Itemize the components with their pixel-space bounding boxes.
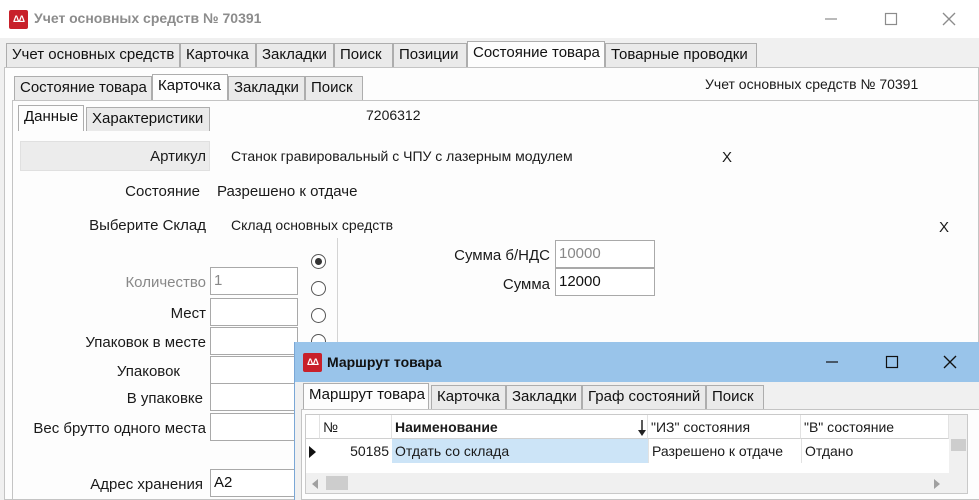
minimize-icon: [826, 361, 838, 363]
route-minimize-button[interactable]: [812, 347, 852, 377]
tab-card-inner[interactable]: Карточка: [152, 74, 228, 100]
app-logo-icon: ΔΔ: [9, 10, 28, 29]
qty-field[interactable]: 1: [210, 267, 298, 295]
row-name[interactable]: Отдать со склада: [392, 439, 648, 463]
route-title: Маршрут товара: [327, 354, 442, 370]
warehouse-label: Выберите Склад: [89, 217, 206, 234]
places-field[interactable]: [210, 298, 298, 326]
packs-label: Упаковок: [116, 363, 180, 380]
sum-novat-label: Сумма б/НДС: [454, 247, 550, 264]
app-logo-text: ΔΔ: [13, 14, 25, 24]
sum-field[interactable]: 12000: [555, 268, 655, 296]
third-tab-strip: Данные Характеристики: [18, 105, 218, 133]
warehouse-clear-button[interactable]: X: [939, 219, 949, 236]
route-close-button[interactable]: [930, 347, 970, 377]
tab-goods-state[interactable]: Состояние товара: [467, 41, 605, 67]
col-name-header[interactable]: Наименование: [392, 415, 648, 439]
tab-search-inner[interactable]: Поиск: [305, 76, 363, 100]
tab-asset-accounting[interactable]: Учет основных средств: [6, 43, 180, 67]
tab-characteristics[interactable]: Характеристики: [86, 107, 210, 131]
tab-bookmarks[interactable]: Закладки: [256, 43, 334, 67]
second-tab-strip: Состояние товара Карточка Закладки Поиск: [14, 74, 374, 102]
places-label: Мест: [170, 305, 206, 322]
main-titlebar: ΔΔ Учет основных средств № 70391: [0, 0, 979, 38]
col-num-header[interactable]: №: [320, 415, 392, 439]
state-value: Разрешено к отдаче: [217, 183, 358, 200]
article-clear-button[interactable]: X: [722, 149, 732, 166]
sum-novat-field[interactable]: 10000: [555, 240, 655, 268]
maximize-icon: [884, 12, 898, 26]
tab-goods-state-inner[interactable]: Состояние товара: [14, 76, 152, 100]
route-window: ΔΔ Маршрут товара Маршрут товара Карточк…: [294, 342, 979, 500]
radio-option-2[interactable]: [311, 281, 326, 296]
tab-card[interactable]: Карточка: [180, 43, 256, 67]
row-to-state[interactable]: Отдано: [801, 439, 949, 463]
qty-label: Количество: [125, 274, 206, 291]
horizontal-scroll-thumb[interactable]: [326, 476, 348, 490]
top-tab-strip: Учет основных средств Карточка Закладки …: [6, 41, 979, 69]
current-row-indicator-icon: [309, 445, 317, 461]
divider: [337, 238, 338, 348]
packs-per-place-label: Упаковок в месте: [85, 334, 206, 351]
scroll-right-icon[interactable]: [932, 477, 942, 493]
tab-route[interactable]: Маршрут товара: [303, 383, 429, 409]
close-icon: [942, 12, 956, 26]
per-pack-field[interactable]: [210, 383, 298, 411]
row-num[interactable]: 50185: [320, 439, 392, 463]
sum-label: Сумма: [502, 276, 550, 293]
radio-option-3[interactable]: [311, 308, 326, 323]
code-value: 7206312: [366, 107, 421, 123]
gross-weight-field[interactable]: [210, 413, 298, 441]
col-from-state-header[interactable]: "ИЗ" состояния: [648, 415, 801, 439]
window-title: Учет основных средств № 70391: [34, 10, 262, 26]
packs-field[interactable]: [210, 356, 298, 384]
tab-search[interactable]: Поиск: [334, 43, 393, 67]
maximize-icon: [885, 355, 899, 369]
close-icon: [943, 355, 957, 369]
route-maximize-button[interactable]: [872, 347, 912, 377]
radio-option-1[interactable]: [311, 254, 326, 269]
route-grid: № Наименование "ИЗ" состояния "В" состоя…: [305, 414, 968, 494]
route-titlebar: ΔΔ Маршрут товара: [295, 342, 979, 382]
vertical-scroll-thumb[interactable]: [951, 439, 966, 451]
record-title: Учет основных средств № 70391: [705, 76, 919, 92]
horizontal-scrollbar[interactable]: [306, 473, 967, 493]
route-logo-text: ΔΔ: [307, 357, 319, 367]
route-logo-icon: ΔΔ: [303, 353, 322, 372]
tab-route-search[interactable]: Поиск: [706, 385, 764, 409]
close-button[interactable]: [929, 4, 969, 34]
route-tab-strip: Маршрут товара Карточка Закладки Граф со…: [303, 383, 773, 411]
row-indicator-header: [306, 415, 320, 439]
tab-route-bookmarks[interactable]: Закладки: [506, 385, 582, 409]
tab-bookmarks-inner[interactable]: Закладки: [228, 76, 305, 100]
tab-goods-postings[interactable]: Товарные проводки: [605, 43, 757, 67]
minimize-button[interactable]: [811, 4, 851, 34]
row-from-state[interactable]: Разрешено к отдаче: [648, 439, 801, 463]
warehouse-value[interactable]: Склад основных средств: [231, 217, 393, 233]
tab-positions[interactable]: Позиции: [393, 43, 467, 67]
storage-address-field[interactable]: А2: [210, 469, 298, 497]
vertical-scrollbar[interactable]: [949, 415, 967, 473]
maximize-button[interactable]: [871, 4, 911, 34]
storage-address-label: Адрес хранения: [90, 476, 203, 493]
article-label: Артикул: [150, 148, 206, 165]
sort-arrow-icon: [638, 420, 646, 439]
tab-state-graph[interactable]: Граф состояний: [582, 385, 706, 409]
minimize-icon: [825, 18, 837, 20]
per-pack-label: В упаковке: [126, 390, 203, 407]
tab-route-card[interactable]: Карточка: [431, 385, 506, 409]
state-label: Состояние: [125, 183, 200, 200]
scroll-left-icon[interactable]: [310, 477, 320, 493]
article-value[interactable]: Станок гравировальный с ЧПУ с лазерным м…: [231, 148, 573, 164]
col-to-state-header[interactable]: "В" состояние: [801, 415, 949, 439]
packs-per-place-field[interactable]: [210, 327, 298, 355]
tab-data[interactable]: Данные: [18, 105, 84, 131]
gross-weight-label: Вес брутто одного места: [33, 420, 206, 437]
